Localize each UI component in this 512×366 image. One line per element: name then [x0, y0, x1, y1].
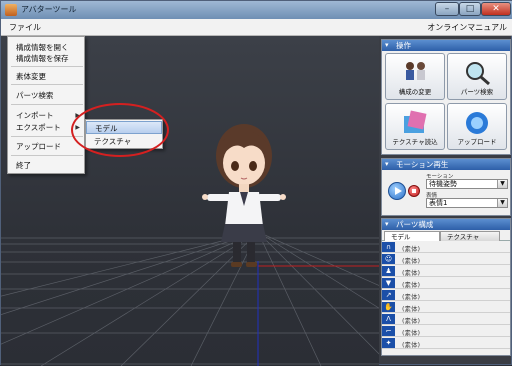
- title-bar: アバターツール – □ ✕: [1, 1, 512, 19]
- change-config-button[interactable]: 構成の変更: [385, 53, 445, 100]
- menu-item-import[interactable]: インポート: [16, 110, 54, 121]
- file-menu[interactable]: ファイル: [9, 22, 41, 33]
- menu-separator: [11, 66, 83, 67]
- highlight-circle: [71, 103, 169, 157]
- list-item[interactable]: ✦ (素体): [382, 338, 510, 349]
- face-icon: ☺: [382, 254, 395, 264]
- menu-item-export[interactable]: エクスポート: [16, 122, 61, 133]
- texture-folder-icon: [404, 110, 427, 133]
- parts-panel: ▾ パーツ構成 モデル テクスチャ ∩ (素体) ☺ (素体) ♟ (素体) ▼ (素体…: [381, 218, 511, 356]
- menu-separator: [11, 104, 83, 105]
- minimize-button[interactable]: –: [435, 2, 459, 16]
- expression-select[interactable]: 表情1 ▼: [426, 198, 508, 208]
- app-window: アバターツール – □ ✕ ファイル オンラインマニュアル 構成情報を開く 構成…: [0, 0, 512, 366]
- motion-header: ▾ モーション再生: [382, 159, 510, 170]
- list-item[interactable]: ♟ (素体): [382, 266, 510, 277]
- menu-item-exit[interactable]: 終了: [16, 160, 31, 171]
- leg-icon: ⌐: [382, 326, 395, 336]
- menu-item-upload[interactable]: アップロード: [16, 141, 61, 152]
- maximize-button[interactable]: □: [459, 2, 481, 16]
- parts-list: ∩ (素体) ☺ (素体) ♟ (素体) ▼ (素体) ↗ (素体) ✋ (素体) Λ (素体…: [382, 241, 510, 353]
- avatar-people-icon: [406, 62, 425, 80]
- magnifier-icon: [466, 62, 490, 86]
- menu-item-parts-search[interactable]: パーツ検索: [16, 90, 53, 101]
- parts-title: パーツ構成: [396, 220, 434, 229]
- bottoms-icon: Λ: [382, 314, 395, 324]
- motion-body: モーション 待機姿勢 ▼ 表情 表情1 ▼: [382, 170, 510, 218]
- upload-button[interactable]: アップロード: [447, 103, 507, 150]
- motion-title: モーション再生: [396, 160, 449, 169]
- arm-icon: ↗: [382, 290, 395, 300]
- globe-upload-icon: [466, 112, 488, 134]
- tab-texture[interactable]: テクスチャ: [440, 231, 500, 241]
- hand-icon: ✋: [382, 302, 395, 312]
- list-item[interactable]: ∩ (素体): [382, 242, 510, 253]
- operations-title: 操作: [396, 41, 411, 50]
- accessory-icon: ✦: [382, 338, 395, 348]
- list-item[interactable]: Λ (素体): [382, 314, 510, 325]
- tab-model[interactable]: モデル: [384, 231, 440, 241]
- parts-tabs: モデル テクスチャ: [382, 230, 510, 241]
- menu-separator: [11, 84, 83, 85]
- collapse-icon[interactable]: ▾: [385, 219, 389, 230]
- chevron-down-icon: ▼: [497, 199, 507, 207]
- list-item[interactable]: ☺ (素体): [382, 254, 510, 265]
- list-item[interactable]: ▼ (素体): [382, 278, 510, 289]
- menu-item-save-config[interactable]: 構成情報を保存: [16, 53, 69, 64]
- menu-separator: [11, 155, 83, 156]
- motion-panel: ▾ モーション再生 モーション 待機姿勢 ▼ 表情 表情1 ▼: [381, 158, 511, 216]
- tops-icon: ▼: [382, 278, 395, 288]
- menu-bar: ファイル オンラインマニュアル: [1, 19, 512, 36]
- collapse-icon[interactable]: ▾: [385, 159, 389, 170]
- collapse-icon[interactable]: ▾: [385, 40, 389, 51]
- menu-item-change-base[interactable]: 素体変更: [16, 71, 46, 82]
- close-button[interactable]: ✕: [481, 2, 511, 16]
- play-button[interactable]: [388, 182, 406, 200]
- operations-header: ▾ 操作: [382, 40, 510, 51]
- app-icon: [5, 4, 17, 16]
- operations-panel: ▾ 操作 構成の変更 パーツ検索 テクスチャ読込 アップロード: [381, 39, 511, 155]
- online-manual-link[interactable]: オンラインマニュアル: [427, 22, 507, 33]
- list-item[interactable]: ↗ (素体): [382, 290, 510, 301]
- list-item[interactable]: ⌐ (素体): [382, 326, 510, 337]
- texture-load-button[interactable]: テクスチャ読込: [385, 103, 445, 150]
- chevron-down-icon: ▼: [497, 180, 507, 188]
- stop-button[interactable]: [408, 185, 420, 197]
- motion-select-value: 待機姿勢: [429, 180, 457, 188]
- parts-header: ▾ パーツ構成: [382, 219, 510, 230]
- file-dropdown-menu: 構成情報を開く 構成情報を保存 素体変更 パーツ検索 インポート ▶ エクスポー…: [7, 36, 85, 174]
- expression-select-value: 表情1: [429, 199, 448, 207]
- parts-search-button[interactable]: パーツ検索: [447, 53, 507, 100]
- window-title: アバターツール: [21, 5, 77, 14]
- hair-icon: ∩: [382, 242, 395, 252]
- list-item[interactable]: ✋ (素体): [382, 302, 510, 313]
- motion-select[interactable]: 待機姿勢 ▼: [426, 179, 508, 189]
- menu-item-open-config[interactable]: 構成情報を開く: [16, 42, 69, 53]
- body-icon: ♟: [382, 266, 395, 276]
